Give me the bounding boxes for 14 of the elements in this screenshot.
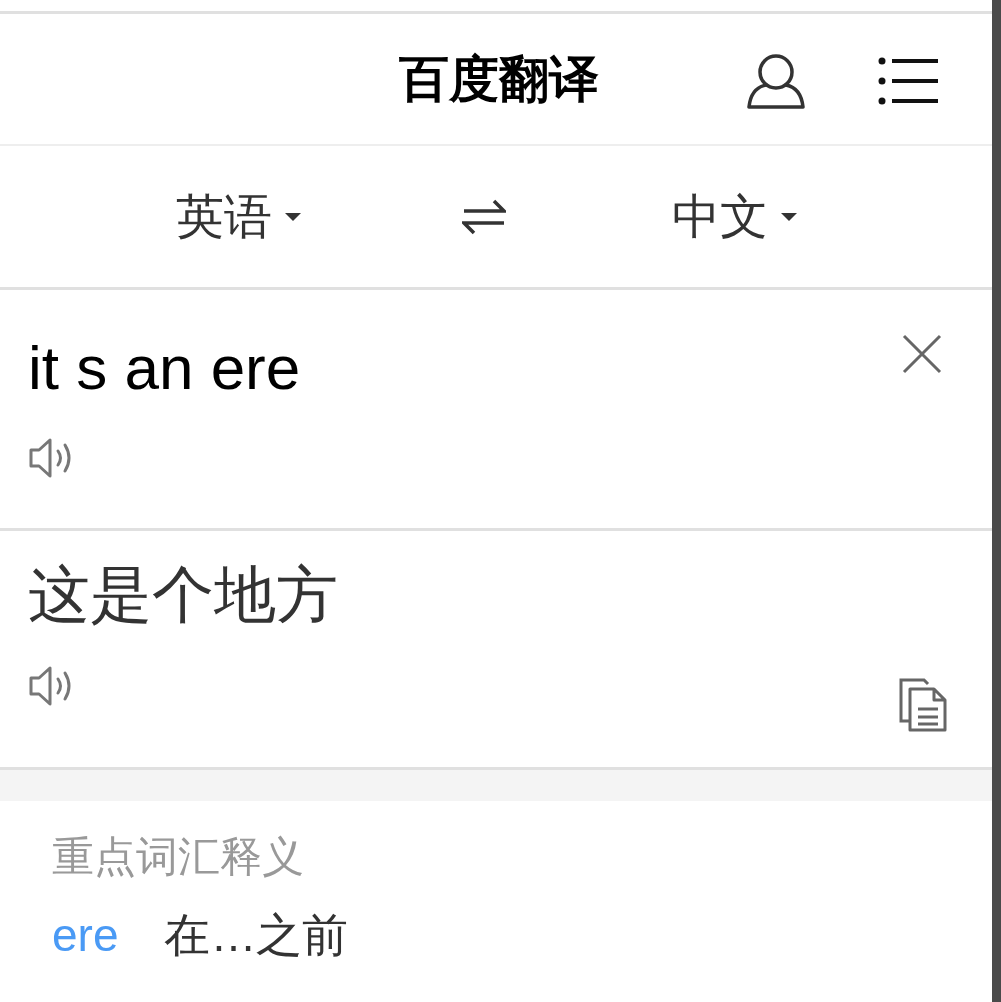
- source-text[interactable]: it s an ere: [28, 328, 964, 408]
- scrollbar[interactable]: [992, 0, 1001, 1002]
- close-icon[interactable]: [902, 334, 942, 374]
- menu-icon[interactable]: [878, 56, 940, 106]
- copy-icon[interactable]: [898, 677, 948, 733]
- target-language-dropdown[interactable]: 中文: [672, 180, 798, 253]
- caret-icon: [284, 211, 302, 222]
- source-language-dropdown[interactable]: 英语: [176, 180, 302, 253]
- translation-text: 这是个地方: [28, 559, 339, 631]
- section-heading: 重点词汇释义: [52, 832, 305, 882]
- word-meaning: 在…之前: [164, 908, 349, 963]
- user-icon[interactable]: [746, 52, 806, 110]
- caret-icon: [780, 211, 798, 222]
- page-title: 百度翻译: [397, 49, 599, 109]
